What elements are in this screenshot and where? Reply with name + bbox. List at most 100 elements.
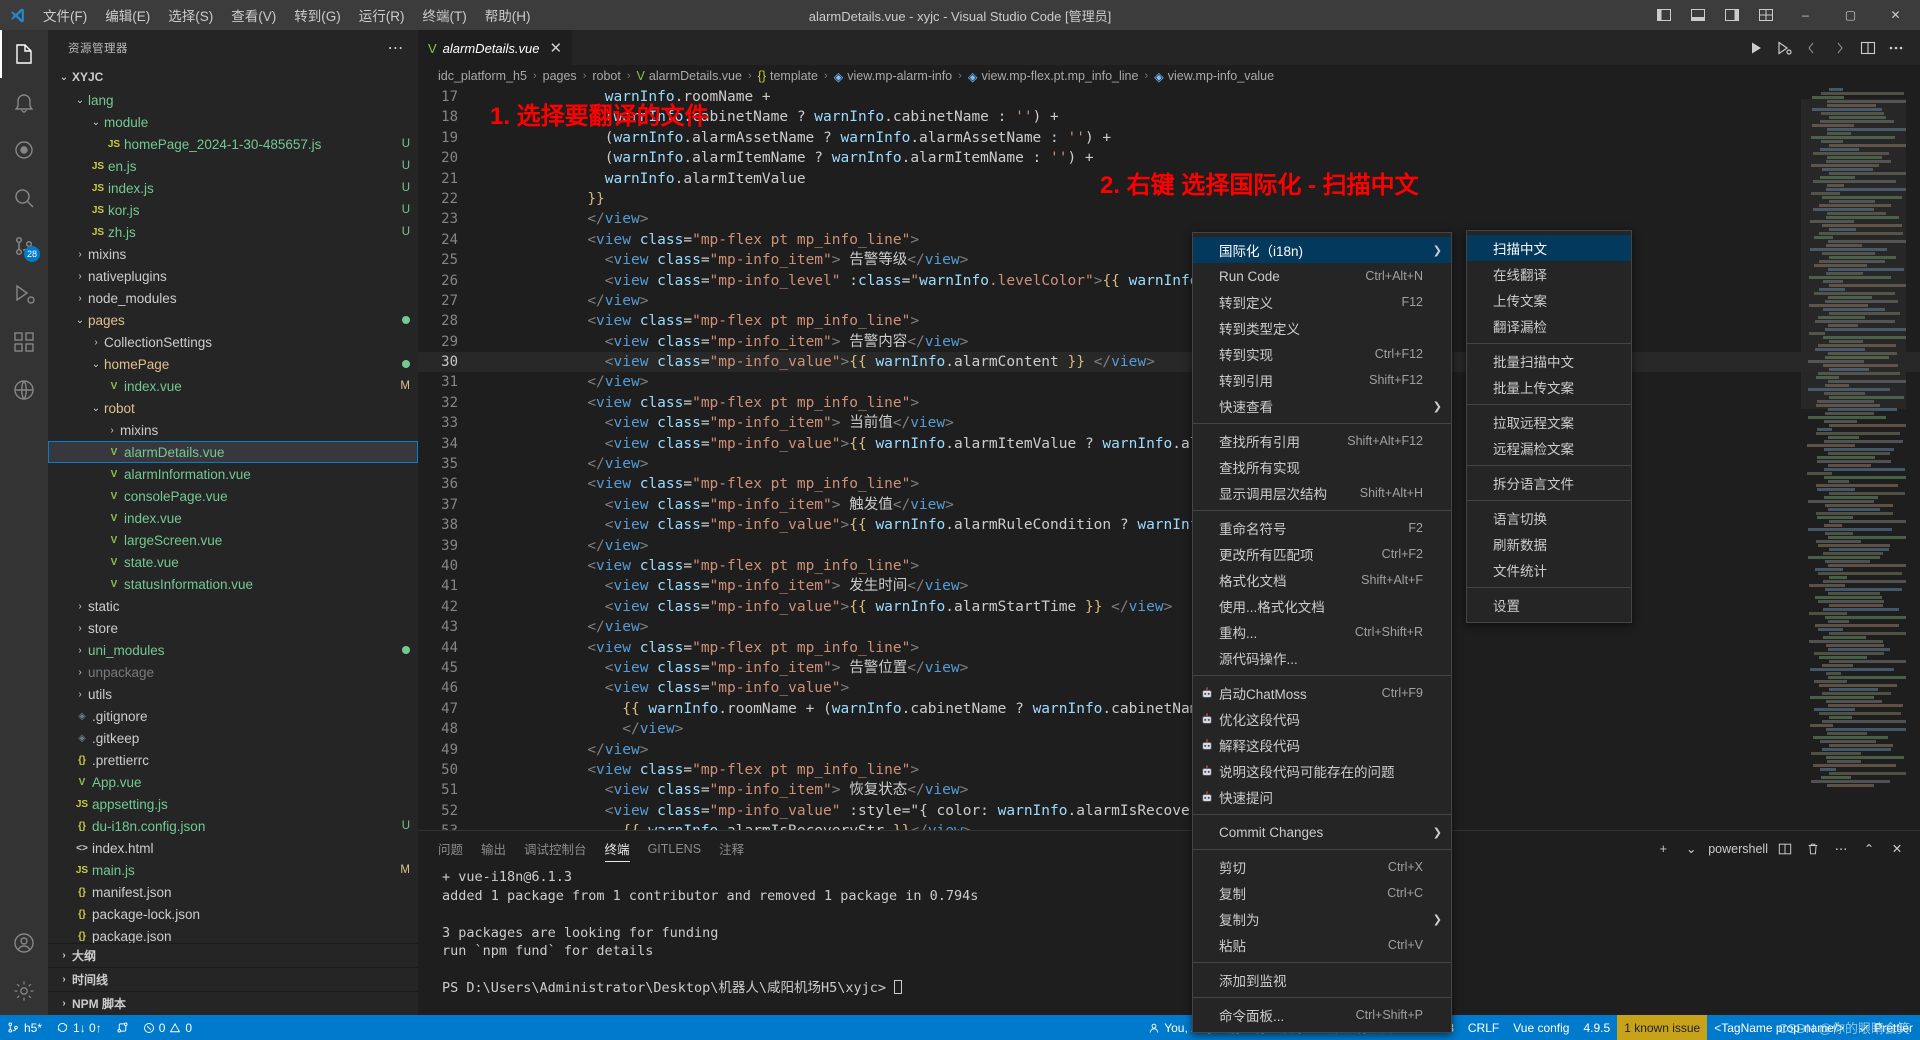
fold-gutter[interactable]	[480, 454, 498, 474]
menu-view[interactable]: 查看(V)	[222, 0, 285, 30]
window-close-button[interactable]: ✕	[1873, 0, 1918, 30]
tree-item[interactable]: › utils	[48, 683, 418, 705]
settings-gear-icon[interactable]	[0, 967, 48, 1015]
minimap-slider[interactable]	[1801, 99, 1906, 409]
run-debug-icon[interactable]	[0, 270, 48, 318]
tree-item[interactable]: Vstate.vue	[48, 551, 418, 573]
ctx-source-action[interactable]: 源代码操作...	[1193, 645, 1451, 671]
tree-item[interactable]: ValarmInformation.vue	[48, 463, 418, 485]
status-branch[interactable]: h5*	[0, 1015, 49, 1040]
toggle-panel-icon[interactable]	[1681, 0, 1715, 30]
ctx-peek[interactable]: 快速查看 ❯	[1193, 393, 1451, 419]
fold-gutter[interactable]	[480, 148, 498, 168]
ctx-find-all-references[interactable]: 查找所有引用 Shift+Alt+F12	[1193, 428, 1451, 454]
status-tag[interactable]: <TagName prop-name/>	[1707, 1015, 1851, 1040]
minimap[interactable]	[1801, 87, 1906, 830]
tree-item[interactable]: › nativeplugins	[48, 265, 418, 287]
status-language-mode[interactable]: Vue config	[1506, 1015, 1576, 1040]
tree-item[interactable]: V App.vue	[48, 771, 418, 793]
fold-gutter[interactable]	[480, 230, 498, 250]
menu-help[interactable]: 帮助(H)	[476, 0, 540, 30]
ctx-format-document[interactable]: 格式化文档 Shift+Alt+F	[1193, 567, 1451, 593]
toggle-secondary-sidebar-icon[interactable]	[1715, 0, 1749, 30]
panel-tab-comments[interactable]: 注释	[719, 831, 744, 866]
fold-gutter[interactable]	[480, 801, 498, 821]
tree-item[interactable]: VconsolePage.vue	[48, 485, 418, 507]
code-line[interactable]: 18 (warnInfo.cabinetName ? warnInfo.cabi…	[418, 107, 1920, 127]
code-line[interactable]: 37 <view class="mp-info_item"> 触发值</view…	[418, 495, 1920, 515]
fold-gutter[interactable]	[480, 515, 498, 535]
fold-gutter[interactable]	[480, 760, 498, 780]
code-line[interactable]: 41 <view class="mp-info_item"> 发生时间</vie…	[418, 576, 1920, 596]
status-problems[interactable]: 0 0	[136, 1015, 199, 1040]
fold-gutter[interactable]	[480, 209, 498, 229]
code-editor[interactable]: 17 warnInfo.roomName +18 (warnInfo.cabin…	[418, 87, 1920, 830]
code-line[interactable]: 36 <view class="mp-flex pt mp_info_line"…	[418, 474, 1920, 494]
tree-item[interactable]: ◈ .gitkeep	[48, 727, 418, 749]
bell-icon[interactable]	[0, 78, 48, 126]
breadcrumb[interactable]: idc_platform_h5 › pages › robot › ValarmDetail…	[418, 65, 1920, 87]
ctx-find-all-implementations[interactable]: 查找所有实现	[1193, 454, 1451, 480]
fold-gutter[interactable]	[480, 474, 498, 494]
tree-item[interactable]: {} .prettierrc	[48, 749, 418, 771]
menu-go[interactable]: 转到(G)	[285, 0, 350, 30]
sub-refresh-data[interactable]: 刷新数据	[1467, 531, 1631, 557]
fold-gutter[interactable]	[480, 434, 498, 454]
menu-file[interactable]: 文件(F)	[34, 0, 96, 30]
fold-gutter[interactable]	[480, 107, 498, 127]
tree-item[interactable]: VlargeScreen.vue	[48, 529, 418, 551]
status-known-issue[interactable]: 1 known issue	[1617, 1015, 1708, 1040]
ctx-change-all-occurrences[interactable]: 更改所有匹配项 Ctrl+F2	[1193, 541, 1451, 567]
code-line[interactable]: 33 <view class="mp-info_item"> 当前值</view…	[418, 413, 1920, 433]
code-line[interactable]: 45 <view class="mp-info_item"> 告警位置</vie…	[418, 658, 1920, 678]
tree-item[interactable]: ⌄ robot	[48, 397, 418, 419]
tree-item[interactable]: › mixins	[48, 419, 418, 441]
code-line[interactable]: 22 }}	[418, 189, 1920, 209]
fold-gutter[interactable]	[480, 780, 498, 800]
menu-terminal[interactable]: 终端(T)	[414, 0, 476, 30]
fold-gutter[interactable]	[480, 352, 498, 372]
sub-remote-missing-text[interactable]: 远程漏检文案	[1467, 435, 1631, 461]
fold-gutter[interactable]	[480, 495, 498, 515]
code-line[interactable]: 29 <view class="mp-info_item"> 告警内容</vie…	[418, 332, 1920, 352]
editor-context-menu[interactable]: 国际化（i18n) ❯ Run Code Ctrl+Alt+N 转到定义 F12 转到类型定…	[1192, 232, 1452, 1033]
file-tree[interactable]: ⌄ lang ⌄ module JS homePage_2024-1-30-485657.…	[48, 89, 418, 943]
sub-settings[interactable]: 设置	[1467, 592, 1631, 618]
tree-item[interactable]: Vindex.vue	[48, 507, 418, 529]
fold-gutter[interactable]	[480, 658, 498, 678]
code-line[interactable]: 32 <view class="mp-flex pt mp_info_line"…	[418, 393, 1920, 413]
status-sync[interactable]: 1↓ 0↑	[49, 1015, 109, 1040]
sub-pull-remote-text[interactable]: 拉取远程文案	[1467, 409, 1631, 435]
tree-item[interactable]: <> index.html	[48, 837, 418, 859]
sub-file-statistics[interactable]: 文件统计	[1467, 557, 1631, 583]
tree-item[interactable]: ⌄ homePage	[48, 353, 418, 375]
code-line[interactable]: 48 </view>	[418, 719, 1920, 739]
ctx-goto-type-definition[interactable]: 转到类型定义	[1193, 315, 1451, 341]
split-right-icon[interactable]	[1826, 30, 1854, 65]
remote-explorer-icon[interactable]	[0, 366, 48, 414]
code-line[interactable]: 19 (warnInfo.alarmAssetName ? warnInfo.a…	[418, 128, 1920, 148]
new-terminal-button[interactable]: +	[1652, 838, 1674, 860]
accounts-icon[interactable]	[0, 919, 48, 967]
breadcrumb-item[interactable]: {} template	[758, 69, 818, 83]
tree-item[interactable]: {} manifest.json	[48, 881, 418, 903]
breadcrumb-item[interactable]: ◈ view.mp-alarm-info	[834, 69, 953, 84]
code-line[interactable]: 34 <view class="mp-info_value">{{ warnIn…	[418, 434, 1920, 454]
sub-online-translate[interactable]: 在线翻译	[1467, 261, 1631, 287]
ctx-cut[interactable]: 剪切 Ctrl+X	[1193, 854, 1451, 880]
fold-gutter[interactable]	[480, 87, 498, 107]
code-line[interactable]: 23 </view>	[418, 209, 1920, 229]
fold-gutter[interactable]	[480, 413, 498, 433]
extension-api-icon[interactable]	[0, 126, 48, 174]
fold-gutter[interactable]	[480, 128, 498, 148]
menu-bar[interactable]: 文件(F) 编辑(E) 选择(S) 查看(V) 转到(G) 运行(R) 终端(T…	[34, 0, 540, 30]
fold-gutter[interactable]	[480, 821, 498, 830]
fold-gutter[interactable]	[480, 719, 498, 739]
timeline-section[interactable]: › 时间线	[48, 967, 418, 991]
tree-item[interactable]: {} package-lock.json	[48, 903, 418, 925]
tree-item[interactable]: {} package.json	[48, 925, 418, 944]
tree-item[interactable]: › CollectionSettings	[48, 331, 418, 353]
tree-item[interactable]: JS appsetting.js	[48, 793, 418, 815]
tree-item[interactable]: › node_modules	[48, 287, 418, 309]
sub-scan-chinese[interactable]: 扫描中文	[1467, 235, 1631, 261]
